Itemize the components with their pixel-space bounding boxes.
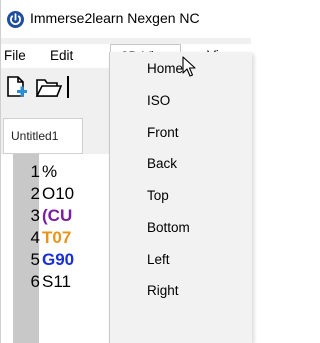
code-line: 5 G90 <box>13 250 75 272</box>
line-number: 3 <box>30 206 40 225</box>
line-number: 2 <box>30 184 40 203</box>
new-file-icon[interactable] <box>5 75 29 99</box>
open-folder-icon[interactable] <box>35 75 63 99</box>
window-title: Immerse2learn Nexgen NC <box>30 10 200 26</box>
menu-item-back[interactable]: Back <box>147 156 177 171</box>
power-app-icon <box>7 11 24 28</box>
menu-edit[interactable]: Edit <box>50 48 73 63</box>
code-line: 6 S11 <box>13 272 71 294</box>
menu-item-bottom[interactable]: Bottom <box>147 220 190 235</box>
code-line: 2 O10 <box>13 184 75 206</box>
line-number: 1 <box>30 162 40 181</box>
mouse-pointer-icon <box>182 56 196 77</box>
menu-item-front[interactable]: Front <box>147 125 179 140</box>
line-text: G90 <box>42 250 75 269</box>
line-number: 5 <box>30 250 40 269</box>
menu-item-top[interactable]: Top <box>147 188 169 203</box>
line-number: 4 <box>30 228 40 247</box>
tab-label: Untitled1 <box>11 129 59 143</box>
title-bar: Immerse2learn Nexgen NC <box>1 0 252 38</box>
line-text: O10 <box>42 184 75 203</box>
code-line: 3 (CU <box>13 206 73 228</box>
menu-item-right[interactable]: Right <box>147 283 179 298</box>
code-line: 1% <box>13 162 58 184</box>
menu-item-iso[interactable]: ISO <box>147 93 170 108</box>
line-text: S11 <box>42 272 71 291</box>
line-number: 6 <box>30 272 40 291</box>
menu-item-left[interactable]: Left <box>147 252 170 267</box>
menu-file[interactable]: File <box>4 48 26 63</box>
tab-untitled1[interactable]: Untitled1 <box>3 118 83 154</box>
line-text: T07 <box>42 228 72 247</box>
app-window: Immerse2learn Nexgen NC File Edit 3D Vie… <box>0 0 252 343</box>
menu-item-home[interactable]: Home <box>147 61 183 76</box>
line-text: (CU <box>42 206 73 225</box>
line-text: % <box>42 162 58 181</box>
code-line: 4 T07 <box>13 228 72 250</box>
3d-view-dropdown-menu: Home ISO Front Back Top Bottom Left Righ… <box>109 52 252 343</box>
toolbar-item-partial[interactable] <box>67 76 73 98</box>
